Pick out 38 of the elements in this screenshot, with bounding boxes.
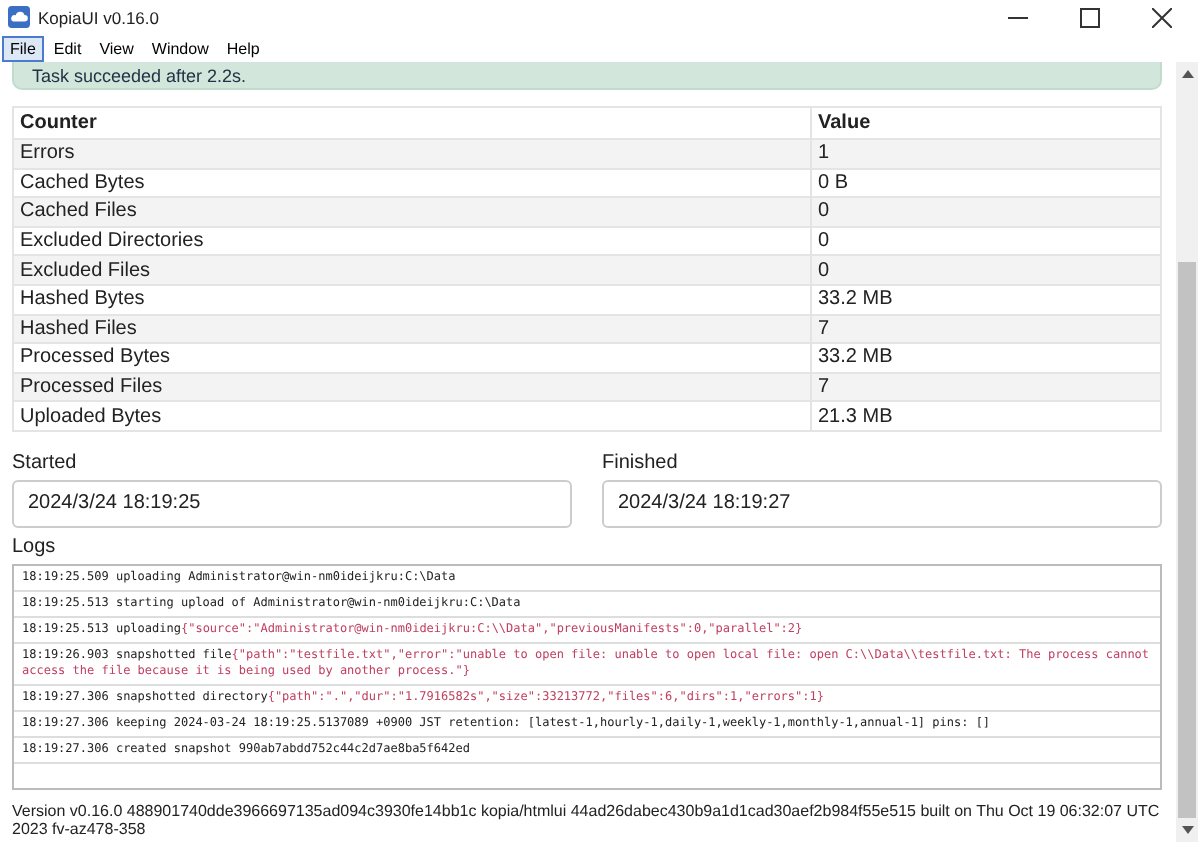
- field-label: Finished: [602, 451, 680, 474]
- menu-item[interactable]: Help: [218, 35, 268, 61]
- logs-label: Logs: [12, 535, 58, 558]
- table-cell: Cached Files: [13, 197, 811, 227]
- table-cell: Processed Files: [13, 372, 811, 402]
- column-header: Value: [811, 107, 1161, 139]
- scroll-down-icon[interactable]: [1181, 826, 1193, 834]
- table-cell: 7: [811, 314, 1161, 344]
- table-cell: Errors: [13, 139, 811, 169]
- menu-item[interactable]: File: [2, 35, 44, 61]
- version-text: Version v0.16.0 488901740dde3966697135ad094c3930fe14bb1c kopia/htmlui 44ad26dabec430b9a1d1cad30aef2b984f55e515 built on Thu Oct 19 06:32:07 UTC 2023 fv-az478-358: [12, 801, 1162, 838]
- table-cell: Hashed Bytes: [13, 284, 811, 315]
- table-cell: 21.3 MB: [811, 401, 1161, 431]
- scroll-thumb[interactable]: [1178, 262, 1196, 818]
- table-cell: Uploaded Bytes: [13, 401, 811, 431]
- scroll-up-icon[interactable]: [1181, 70, 1193, 78]
- menu-item[interactable]: Window: [143, 35, 217, 61]
- scrollbar[interactable]: [1176, 62, 1198, 842]
- app-logo-icon: [8, 6, 30, 28]
- table-cell: 7: [811, 372, 1161, 402]
- banner-text: Task succeeded after 2.2s.: [32, 66, 247, 88]
- table-cell: 1: [811, 139, 1161, 169]
- maximize-icon[interactable]: [1080, 7, 1100, 27]
- window-title: KopiaUI v0.16.0: [38, 7, 159, 27]
- table-cell: Hashed Files: [13, 314, 811, 344]
- field-label: Started: [12, 451, 79, 474]
- menu-item[interactable]: View: [91, 35, 142, 61]
- close-icon[interactable]: [1152, 7, 1172, 27]
- input-field[interactable]: 2024/3/24 18:19:25: [12, 479, 572, 528]
- table-cell: 33.2 MB: [811, 284, 1161, 315]
- table-cell: 33.2 MB: [811, 343, 1161, 373]
- table-cell: 0: [811, 197, 1161, 227]
- column-header: Counter: [13, 107, 811, 139]
- table-cell: 0: [811, 255, 1161, 285]
- menu-item[interactable]: Edit: [45, 35, 90, 61]
- input-field[interactable]: 2024/3/24 18:19:27: [602, 479, 1162, 528]
- table-cell: Excluded Files: [13, 255, 811, 285]
- table-cell: Processed Bytes: [13, 343, 811, 373]
